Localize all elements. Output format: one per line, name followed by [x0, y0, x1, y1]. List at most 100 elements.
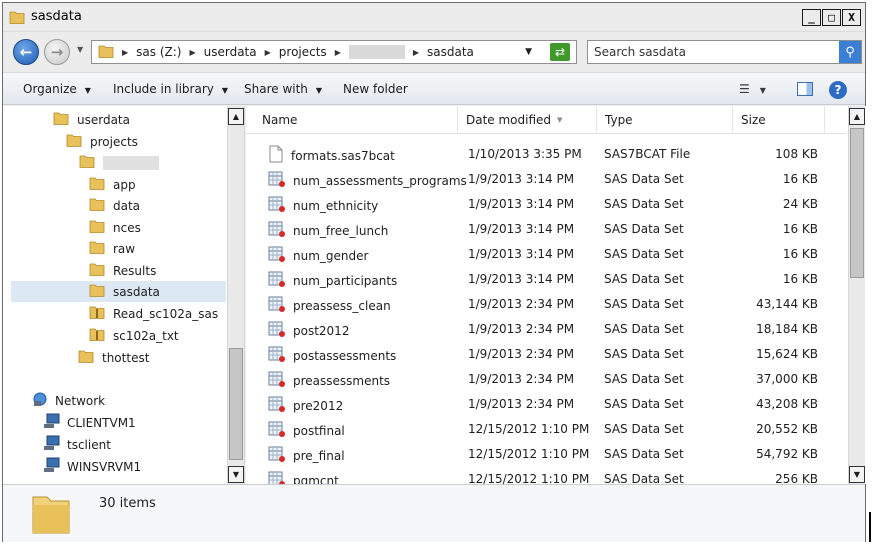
file-name-cell: num_ethnicity [268, 195, 378, 216]
nav-scrollbar[interactable]: ▲ ▼ [227, 106, 244, 484]
sas-dataset-icon [268, 170, 286, 191]
chevron-right-icon[interactable]: ▶ [122, 48, 128, 57]
tree-item-userdata[interactable]: userdata [53, 109, 130, 130]
tree-item-projects[interactable]: projects [66, 131, 138, 152]
file-row[interactable]: post2012 1/9/2013 2:34 PM SAS Data Set 18,1… [246, 317, 846, 342]
file-size: 20,552 KB [756, 422, 818, 436]
tree-item-clientvm1[interactable]: CLIENTVM1 [43, 412, 136, 433]
file-row[interactable]: formats.sas7bcat 1/10/2013 3:35 PM SAS7BCA… [246, 142, 846, 167]
breadcrumb-sas-drive[interactable]: sas (Z:) [136, 45, 181, 59]
item-count: 30 items [99, 496, 156, 511]
column-header-date-modified[interactable]: Date modified ▼ [458, 106, 597, 134]
chevron-right-icon[interactable]: ▶ [265, 48, 271, 57]
scroll-up-arrow-icon[interactable]: ▲ [228, 108, 244, 125]
file-type: SAS Data Set [604, 372, 684, 386]
file-row[interactable]: pgmcnt 12/15/2012 1:10 PM SAS Data Set 256 … [246, 467, 846, 484]
breadcrumb-userdata[interactable]: userdata [204, 45, 257, 59]
scroll-down-arrow-icon[interactable]: ▼ [228, 466, 244, 483]
search-input[interactable]: Search sasdata ⚲ [587, 40, 862, 64]
minimize-button[interactable]: _ [802, 9, 821, 26]
search-button[interactable]: ⚲ [839, 41, 861, 63]
chevron-right-icon[interactable]: ▶ [413, 48, 419, 57]
folder-icon [78, 348, 94, 367]
include-in-library-button[interactable]: Include in library ▼ [113, 82, 228, 96]
scroll-up-arrow-icon[interactable]: ▲ [849, 108, 865, 125]
folder-icon [9, 9, 25, 28]
title-bar[interactable]: sasdata _ □ X [3, 3, 865, 32]
tree-item-nces[interactable]: nces [89, 217, 141, 238]
help-button[interactable]: ? [829, 81, 847, 99]
tree-item-app[interactable]: app [89, 174, 136, 195]
organize-button[interactable]: Organize ▼ [23, 82, 91, 96]
column-header-type[interactable]: Type [597, 106, 733, 134]
sas-dataset-icon [268, 245, 286, 266]
file-name-cell: postassessments [268, 345, 396, 366]
refresh-button[interactable]: ⇄ [550, 43, 570, 61]
breadcrumb-projects[interactable]: projects [279, 45, 327, 59]
file-row[interactable]: preassessments 1/9/2013 2:34 PM SAS Data S… [246, 367, 846, 392]
tree-item-label: app [113, 177, 136, 192]
file-row[interactable]: num_participants 1/9/2013 3:14 PM SAS Data… [246, 267, 846, 292]
computer-icon [43, 435, 61, 454]
tree-item-label: CLIENTVM1 [67, 415, 136, 430]
file-list-pane[interactable]: Name Date modified ▼ Type Size formats.sa… [246, 106, 866, 484]
breadcrumb-redacted[interactable] [348, 45, 405, 59]
file-list-scrollbar[interactable]: ▲ ▼ [848, 106, 865, 484]
tree-item-redacted[interactable] [79, 152, 159, 173]
new-folder-button[interactable]: New folder [343, 82, 408, 96]
change-view-button[interactable]: ☰ ▼ [739, 82, 766, 96]
folder-icon [89, 261, 105, 280]
file-row[interactable]: num_ethnicity 1/9/2013 3:14 PM SAS Data Se… [246, 192, 846, 217]
recent-pages-chevron-icon[interactable]: ▼ [77, 45, 83, 54]
forward-button[interactable]: → [44, 39, 70, 65]
file-type: SAS Data Set [604, 347, 684, 361]
tree-item-read-sc102a-sas[interactable]: Read_sc102a_sas [89, 303, 218, 324]
sas-dataset-icon [268, 320, 286, 341]
file-date-modified: 1/9/2013 2:34 PM [468, 347, 575, 361]
file-name: num_ethnicity [293, 198, 379, 213]
nav-scroll-thumb[interactable] [229, 348, 243, 460]
network-icon [31, 391, 49, 410]
address-bar[interactable]: ▶ sas (Z:) ▶ userdata ▶ projects ▶ ▶ sas… [91, 40, 577, 64]
file-date-modified: 12/15/2012 1:10 PM [468, 472, 590, 484]
tree-item-data[interactable]: data [89, 195, 140, 216]
file-row[interactable]: num_assessments_programs 1/9/2013 3:14 PM… [246, 167, 846, 192]
file-row[interactable]: preassess_clean 1/9/2013 2:34 PM SAS Data … [246, 292, 846, 317]
file-date-modified: 1/9/2013 3:14 PM [468, 272, 575, 286]
address-dropdown-chevron-icon[interactable]: ▼ [525, 47, 532, 57]
sas-dataset-icon [268, 220, 286, 241]
close-button[interactable]: X [842, 9, 861, 26]
file-row[interactable]: postfinal 12/15/2012 1:10 PM SAS Data Set 2… [246, 417, 846, 442]
tree-item-sc102a-txt[interactable]: sc102a_txt [89, 325, 179, 346]
file-row[interactable]: num_free_lunch 1/9/2013 3:14 PM SAS Data S… [246, 217, 846, 242]
scroll-down-arrow-icon[interactable]: ▼ [849, 466, 865, 483]
column-header-size[interactable]: Size [733, 106, 825, 134]
tree-item-thottest[interactable]: thottest [78, 347, 149, 368]
file-row[interactable]: num_gender 1/9/2013 3:14 PM SAS Data Set 16… [246, 242, 846, 267]
file-row[interactable]: pre2012 1/9/2013 2:34 PM SAS Data Set 43,20… [246, 392, 846, 417]
folder-icon [53, 110, 69, 129]
tree-item-tsclient[interactable]: tsclient [43, 434, 111, 455]
file-row[interactable]: postassessments 1/9/2013 2:34 PM SAS Data … [246, 342, 846, 367]
tree-item-network[interactable]: Network [31, 390, 105, 411]
chevron-right-icon[interactable]: ▶ [189, 48, 195, 57]
chevron-right-icon[interactable]: ▶ [335, 48, 341, 57]
share-with-button[interactable]: Share with ▼ [244, 82, 322, 96]
navigation-pane[interactable]: userdata projects app data nces raw Resu… [3, 106, 245, 484]
tree-item-winsvrvm1[interactable]: WINSVRVM1 [43, 456, 141, 477]
file-name: postfinal [293, 423, 345, 438]
file-row[interactable]: pre_final 12/15/2012 1:10 PM SAS Data Set 5… [246, 442, 846, 467]
file-list-scroll-thumb[interactable] [850, 128, 864, 278]
tree-item-results[interactable]: Results [89, 260, 156, 281]
chevron-down-icon: ▼ [221, 86, 229, 95]
tree-item-raw[interactable]: raw [89, 238, 135, 259]
column-header-name[interactable]: Name [254, 106, 458, 134]
tree-item-sasdata[interactable]: sasdata [11, 281, 226, 302]
breadcrumb-sasdata[interactable]: sasdata [427, 45, 474, 59]
maximize-button[interactable]: □ [822, 9, 841, 26]
preview-pane-button[interactable] [797, 82, 813, 96]
back-button[interactable]: ← [13, 39, 39, 65]
file-date-modified: 12/15/2012 1:10 PM [468, 422, 590, 436]
sas-dataset-icon [268, 270, 286, 291]
file-type: SAS Data Set [604, 247, 684, 261]
